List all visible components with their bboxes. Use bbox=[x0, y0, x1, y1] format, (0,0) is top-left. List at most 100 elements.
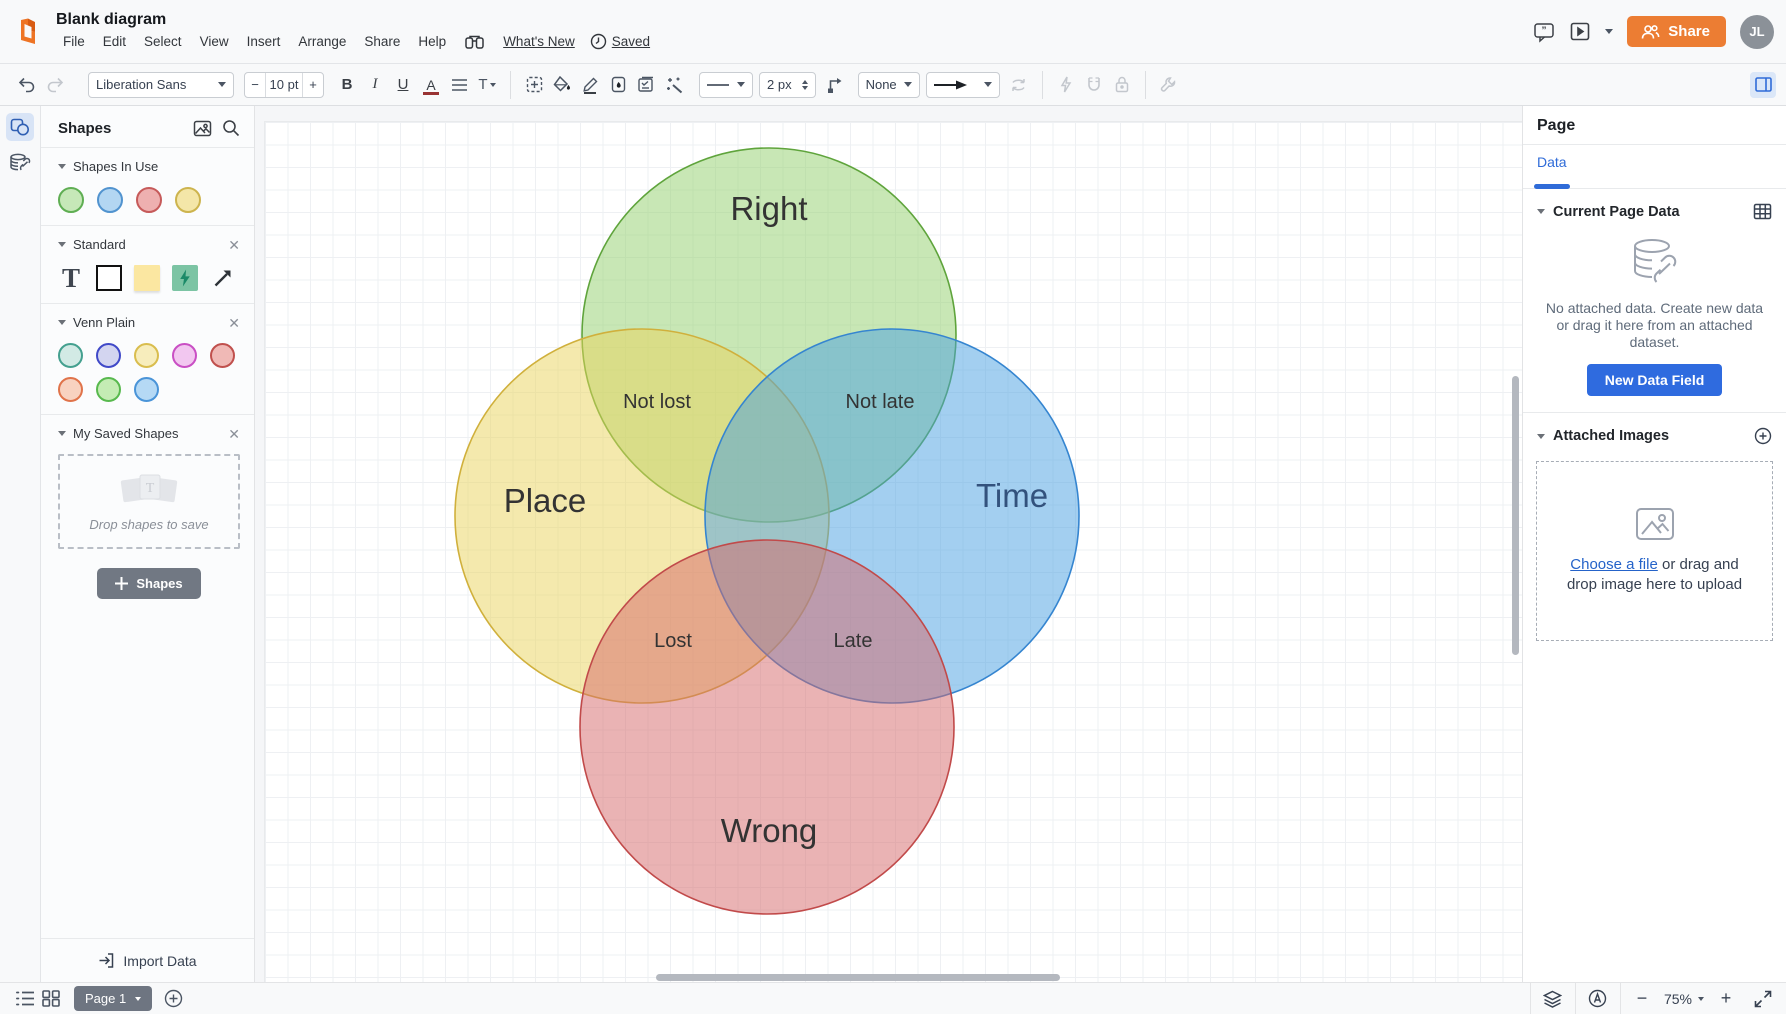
present-menu-caret[interactable] bbox=[1605, 29, 1613, 34]
saved-status[interactable]: Saved bbox=[586, 31, 654, 52]
more-shapes-button[interactable]: Shapes bbox=[97, 568, 200, 599]
pages-overview-button[interactable] bbox=[38, 987, 64, 1011]
underline-button[interactable]: U bbox=[390, 72, 416, 98]
line-width-stepper[interactable]: 2 px bbox=[759, 72, 816, 98]
section-close-icon[interactable]: ✕ bbox=[228, 427, 240, 441]
document-title[interactable]: Blank diagram bbox=[56, 11, 654, 29]
menu-share[interactable]: Share bbox=[357, 32, 407, 51]
shadow-button[interactable] bbox=[605, 72, 631, 98]
avatar[interactable]: JL bbox=[1740, 15, 1774, 49]
data-table-view-button[interactable] bbox=[1753, 203, 1772, 220]
share-button[interactable]: Share bbox=[1627, 16, 1726, 47]
menu-help[interactable]: Help bbox=[411, 32, 453, 51]
arrow-style-select[interactable] bbox=[926, 72, 1000, 98]
shape-red-circle[interactable] bbox=[136, 187, 162, 213]
import-data-button[interactable]: Import Data bbox=[41, 938, 254, 982]
tab-data[interactable]: Data bbox=[1537, 154, 1567, 179]
advanced-tools-button[interactable] bbox=[1156, 72, 1182, 98]
venn-label-right[interactable]: Right bbox=[730, 190, 807, 227]
section-venn-plain-header[interactable]: Venn Plain ✕ bbox=[58, 315, 240, 330]
font-size-value[interactable]: 10 pt bbox=[265, 73, 303, 97]
menu-select[interactable]: Select bbox=[137, 32, 189, 51]
snap-grid-button[interactable] bbox=[521, 72, 547, 98]
italic-button[interactable]: I bbox=[362, 72, 388, 98]
fullscreen-button[interactable] bbox=[1750, 987, 1776, 1011]
shape-yellow-circle[interactable] bbox=[175, 187, 201, 213]
venn-label-lost[interactable]: Lost bbox=[654, 630, 692, 652]
venn-label-wrong[interactable]: Wrong bbox=[721, 812, 818, 849]
venn-purple-circle[interactable] bbox=[96, 343, 121, 368]
search-shapes-button[interactable] bbox=[222, 119, 240, 137]
section-close-icon[interactable]: ✕ bbox=[228, 238, 240, 252]
shape-blue-circle[interactable] bbox=[97, 187, 123, 213]
add-page-button[interactable] bbox=[160, 987, 186, 1011]
fill-color-button[interactable] bbox=[549, 72, 575, 98]
menu-edit[interactable]: Edit bbox=[96, 32, 133, 51]
outline-button[interactable] bbox=[12, 987, 38, 1011]
present-button[interactable] bbox=[1569, 21, 1591, 42]
right-panel-toggle[interactable] bbox=[1750, 72, 1776, 98]
venn-magenta-circle[interactable] bbox=[172, 343, 197, 368]
shapes-tab-button[interactable] bbox=[6, 113, 34, 141]
data-linking-tab-button[interactable] bbox=[6, 149, 34, 177]
page-selector-button[interactable]: Page 1 bbox=[74, 986, 152, 1011]
zoom-in-button[interactable]: + bbox=[1714, 988, 1738, 1009]
exchange-button[interactable] bbox=[1006, 72, 1032, 98]
shape-data-button[interactable] bbox=[1585, 987, 1611, 1011]
lock-button[interactable] bbox=[1109, 72, 1135, 98]
menu-view[interactable]: View bbox=[193, 32, 236, 51]
font-family-select[interactable]: Liberation Sans bbox=[88, 72, 234, 98]
image-upload-drop-zone[interactable]: Choose a file or drag and drop image her… bbox=[1536, 461, 1773, 641]
style-library-button[interactable] bbox=[633, 72, 659, 98]
venn-yellow-circle[interactable] bbox=[134, 343, 159, 368]
vertical-scrollbar[interactable] bbox=[1512, 376, 1519, 655]
zoom-out-button[interactable]: − bbox=[1630, 988, 1654, 1009]
magnetize-button[interactable] bbox=[1081, 72, 1107, 98]
connector-style-button[interactable] bbox=[824, 72, 850, 98]
align-button[interactable] bbox=[446, 72, 472, 98]
undo-button[interactable] bbox=[14, 72, 40, 98]
lucid-logo[interactable] bbox=[0, 0, 56, 63]
waypoints-select[interactable]: None bbox=[858, 72, 920, 98]
venn-label-not-lost[interactable]: Not lost bbox=[623, 391, 691, 413]
line-color-button[interactable] bbox=[577, 72, 603, 98]
menu-insert[interactable]: Insert bbox=[240, 32, 288, 51]
venn-label-time[interactable]: Time bbox=[976, 477, 1048, 514]
menu-arrange[interactable]: Arrange bbox=[291, 32, 353, 51]
venn-label-place[interactable]: Place bbox=[504, 482, 587, 519]
redo-button[interactable] bbox=[42, 72, 68, 98]
shape-sticky-note[interactable] bbox=[134, 265, 160, 291]
venn-blue-circle[interactable] bbox=[134, 377, 159, 402]
section-my-saved-shapes-header[interactable]: My Saved Shapes ✕ bbox=[58, 426, 240, 441]
new-data-field-button[interactable]: New Data Field bbox=[1587, 364, 1723, 396]
quick-actions-button[interactable] bbox=[1053, 72, 1079, 98]
venn-red-circle[interactable] bbox=[210, 343, 235, 368]
feature-find-button[interactable] bbox=[457, 32, 492, 52]
current-page-data-header[interactable]: Current Page Data bbox=[1523, 189, 1786, 226]
section-shapes-in-use-header[interactable]: Shapes In Use bbox=[58, 159, 240, 174]
shape-text[interactable]: T bbox=[58, 265, 84, 291]
zoom-level[interactable]: 75% bbox=[1664, 991, 1692, 1007]
venn-label-late[interactable]: Late bbox=[834, 630, 873, 652]
line-style-select[interactable] bbox=[699, 72, 753, 98]
attached-images-header[interactable]: Attached Images bbox=[1523, 413, 1786, 451]
font-size-increase[interactable]: + bbox=[303, 73, 323, 97]
venn-teal-circle[interactable] bbox=[58, 343, 83, 368]
comments-button[interactable]: ” bbox=[1533, 21, 1555, 43]
shape-rectangle[interactable] bbox=[96, 265, 122, 291]
text-options-button[interactable]: T bbox=[474, 72, 500, 98]
choose-file-link[interactable]: Choose a file bbox=[1570, 556, 1658, 573]
whats-new-link[interactable]: What's New bbox=[496, 32, 582, 51]
bold-button[interactable]: B bbox=[334, 72, 360, 98]
venn-label-not-late[interactable]: Not late bbox=[846, 391, 915, 413]
canvas[interactable]: Right Place Time Wrong Not lost Not late… bbox=[255, 106, 1522, 982]
venn-orange-circle[interactable] bbox=[58, 377, 83, 402]
section-standard-header[interactable]: Standard ✕ bbox=[58, 237, 240, 252]
saved-shapes-drop-zone[interactable]: T Drop shapes to save bbox=[58, 454, 240, 549]
menu-file[interactable]: File bbox=[56, 32, 92, 51]
horizontal-scrollbar[interactable] bbox=[656, 974, 1060, 981]
layers-button[interactable] bbox=[1540, 987, 1566, 1011]
venn-circle-wrong[interactable] bbox=[580, 540, 954, 914]
magic-style-button[interactable] bbox=[661, 72, 687, 98]
shape-green-circle[interactable] bbox=[58, 187, 84, 213]
